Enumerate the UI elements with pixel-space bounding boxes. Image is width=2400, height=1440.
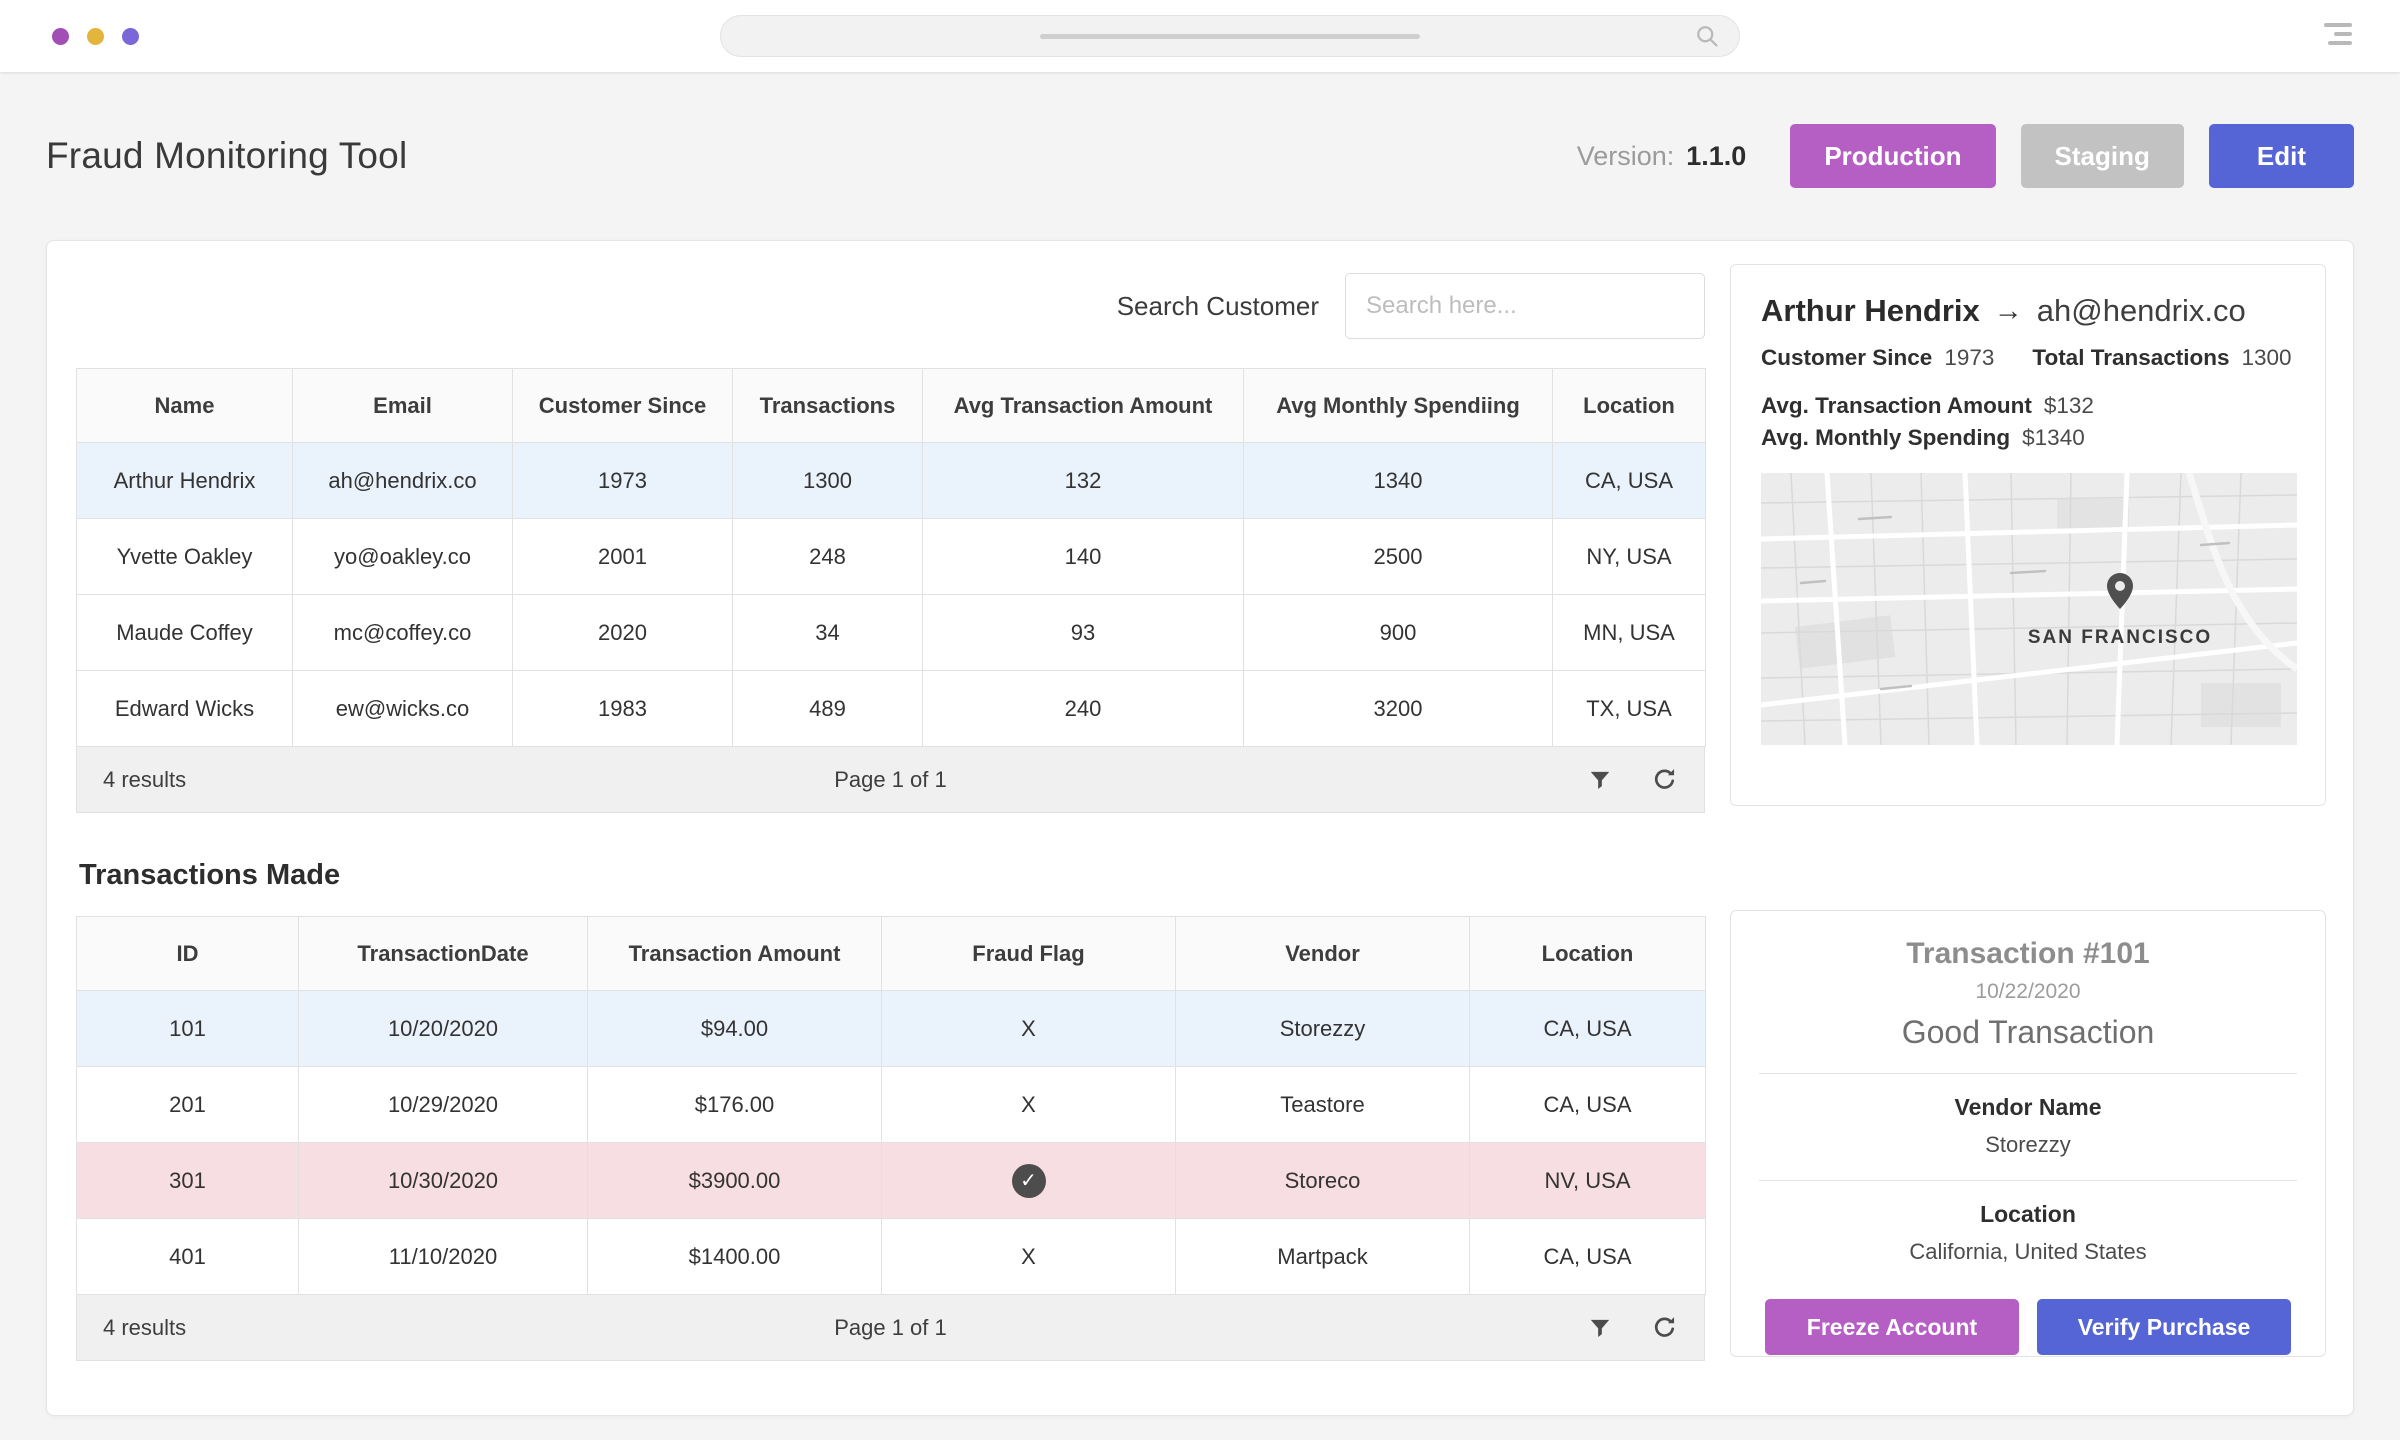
customer-row[interactable]: Arthur Hendrix ah@hendrix.co 1973 1300 1…: [77, 443, 1706, 519]
col-transaction-amount: Transaction Amount: [588, 917, 882, 991]
transactions-table-footer: Page 1 of 1 4 results: [76, 1295, 1705, 1361]
browser-address-bar[interactable]: [720, 15, 1740, 57]
search-customer-label: Search Customer: [1117, 291, 1319, 322]
window-dot-yellow-icon: [87, 28, 104, 45]
main-panel: Search Customer Name Email Customer Sinc…: [46, 240, 2354, 1416]
customers-table: Name Email Customer Since Transactions A…: [76, 368, 1706, 747]
transactions-header-row: ID TransactionDate Transaction Amount Fr…: [77, 917, 1706, 991]
customer-search-row: Search Customer: [76, 273, 1705, 339]
arrow-right-icon: →: [1994, 295, 2023, 328]
production-button[interactable]: Production: [1790, 124, 1995, 188]
transaction-row[interactable]: 201 10/29/2020 $176.00 X Teastore CA, US…: [77, 1067, 1706, 1143]
customer-email: ah@hendrix.co: [2037, 293, 2246, 329]
avg-monthly-spending-label: Avg. Monthly Spending: [1761, 425, 2010, 451]
col-vendor: Vendor: [1176, 917, 1470, 991]
app-header: Fraud Monitoring Tool Version: 1.1.0 Pro…: [0, 72, 2400, 240]
freeze-account-button[interactable]: Freeze Account: [1765, 1299, 2019, 1355]
edit-button[interactable]: Edit: [2209, 124, 2354, 188]
transaction-title: Transaction #101: [1731, 937, 2325, 971]
customers-header-row: Name Email Customer Since Transactions A…: [77, 369, 1706, 443]
filter-icon[interactable]: [1587, 1315, 1613, 1341]
divider: [1759, 1180, 2297, 1181]
pagination-text: Page 1 of 1: [77, 1315, 1704, 1341]
customer-search-input[interactable]: [1345, 273, 1705, 339]
verified-check-icon: ✓: [1012, 1164, 1046, 1198]
col-name: Name: [77, 369, 293, 443]
transaction-status: Good Transaction: [1731, 1014, 2325, 1051]
customer-since-label: Customer Since: [1761, 345, 1932, 371]
pagination-text: Page 1 of 1: [77, 767, 1704, 793]
page-title: Fraud Monitoring Tool: [46, 135, 407, 177]
transaction-row[interactable]: 101 10/20/2020 $94.00 X Storezzy CA, USA: [77, 991, 1706, 1067]
total-transactions-label: Total Transactions: [2032, 345, 2229, 371]
version-value: 1.1.0: [1686, 141, 1746, 172]
customer-since-value: 1973: [1944, 345, 1994, 371]
menu-icon[interactable]: [2324, 23, 2352, 45]
refresh-icon[interactable]: [1651, 1314, 1678, 1341]
transaction-detail-panel: Transaction #101 10/22/2020 Good Transac…: [1730, 910, 2326, 1357]
customer-row[interactable]: Maude Coffey mc@coffey.co 2020 34 93 900…: [77, 595, 1706, 671]
location-label: Location: [1731, 1201, 2325, 1228]
map-city-label: SAN FRANCISCO: [2028, 627, 2212, 648]
refresh-icon[interactable]: [1651, 766, 1678, 793]
customer-row[interactable]: Yvette Oakley yo@oakley.co 2001 248 140 …: [77, 519, 1706, 595]
total-transactions-value: 1300: [2242, 345, 2292, 371]
staging-button[interactable]: Staging: [2021, 124, 2184, 188]
vendor-name-label: Vendor Name: [1731, 1094, 2325, 1121]
verify-purchase-button[interactable]: Verify Purchase: [2037, 1299, 2291, 1355]
avg-transaction-amount-label: Avg. Transaction Amount: [1761, 393, 2032, 419]
col-avg-monthly-spending: Avg Monthly Spendiing: [1244, 369, 1553, 443]
divider: [1759, 1073, 2297, 1074]
location-value: California, United States: [1731, 1239, 2325, 1265]
customer-row[interactable]: Edward Wicks ew@wicks.co 1983 489 240 32…: [77, 671, 1706, 747]
col-customer-since: Customer Since: [513, 369, 733, 443]
vendor-name-value: Storezzy: [1731, 1132, 2325, 1158]
transaction-date: 10/22/2020: [1731, 980, 2325, 1004]
col-location: Location: [1553, 369, 1706, 443]
transaction-row[interactable]: 401 11/10/2020 $1400.00 X Martpack CA, U…: [77, 1219, 1706, 1295]
browser-chrome: [0, 0, 2400, 72]
customer-location-map: SAN FRANCISCO: [1761, 473, 2297, 745]
window-dot-purple-icon: [52, 28, 69, 45]
col-id: ID: [77, 917, 299, 991]
transactions-table: ID TransactionDate Transaction Amount Fr…: [76, 916, 1706, 1295]
col-fraud-flag: Fraud Flag: [882, 917, 1176, 991]
transactions-made-title: Transactions Made: [79, 859, 1705, 892]
filter-icon[interactable]: [1587, 767, 1613, 793]
col-transaction-date: TransactionDate: [299, 917, 588, 991]
col-transactions: Transactions: [733, 369, 923, 443]
customer-detail-panel: Arthur Hendrix → ah@hendrix.co Customer …: [1730, 264, 2326, 806]
col-location: Location: [1470, 917, 1706, 991]
version-label: Version:: [1577, 141, 1675, 172]
customer-name: Arthur Hendrix: [1761, 293, 1980, 329]
avg-transaction-amount-value: $132: [2044, 393, 2094, 419]
url-placeholder-dash: [1040, 34, 1420, 39]
col-avg-transaction-amount: Avg Transaction Amount: [923, 369, 1244, 443]
window-control-dots: [52, 28, 139, 45]
customers-table-footer: Page 1 of 1 4 results: [76, 747, 1705, 813]
avg-monthly-spending-value: $1340: [2022, 425, 2085, 451]
window-dot-violet-icon: [122, 28, 139, 45]
search-icon[interactable]: [1694, 23, 1721, 55]
col-email: Email: [293, 369, 513, 443]
transaction-row-fraud[interactable]: 301 10/30/2020 $3900.00 ✓ Storeco NV, US…: [77, 1143, 1706, 1219]
